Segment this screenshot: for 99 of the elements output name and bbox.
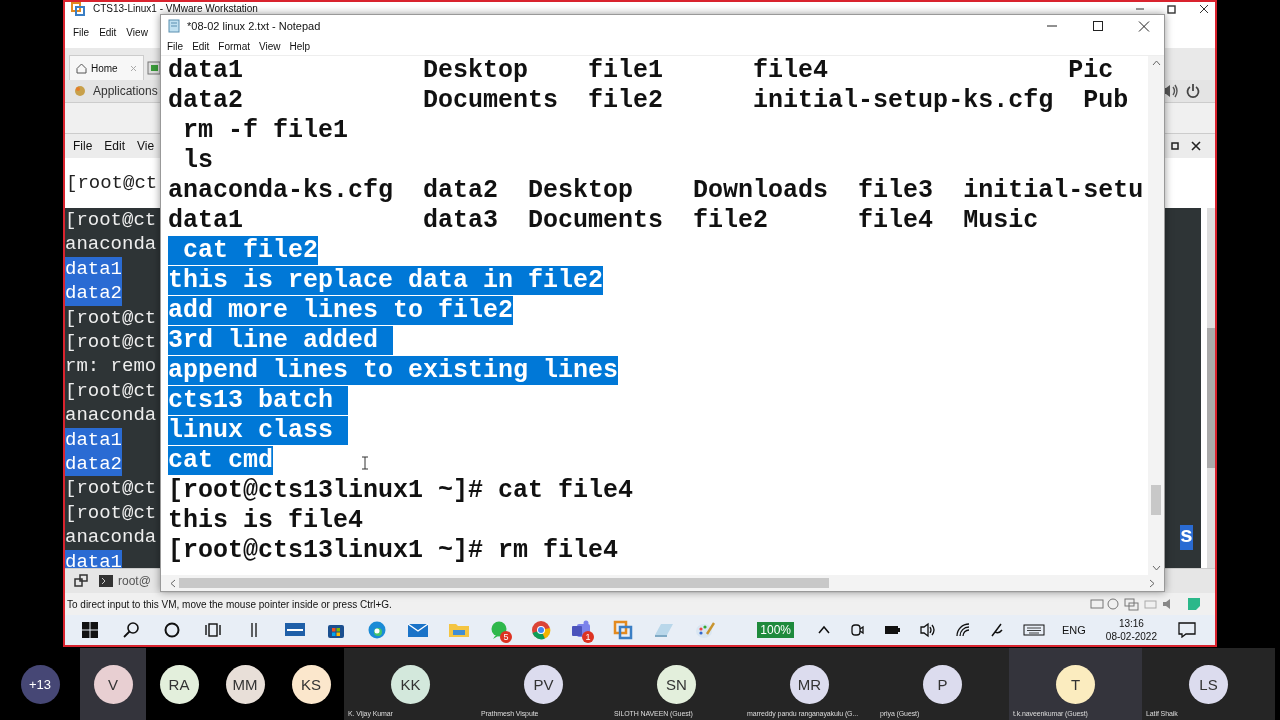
- scroll-thumb[interactable]: [179, 578, 829, 588]
- vmware-icon: [71, 2, 85, 16]
- text-line: rm -f file1: [182, 116, 349, 145]
- menu-item[interactable]: Edit: [99, 26, 117, 38]
- language-indicator[interactable]: ENG: [1062, 624, 1086, 636]
- menu-item[interactable]: File: [167, 40, 184, 52]
- wifi-icon[interactable]: [955, 622, 971, 638]
- team-chat-icon[interactable]: [570, 620, 593, 640]
- terminal-line: [root@ct: [65, 476, 157, 501]
- menu-item[interactable]: View: [259, 40, 281, 52]
- restore-icon[interactable]: [1171, 142, 1179, 150]
- status-text: To direct input to this VM, move the mouse pointer inside or press Ctrl+G.: [67, 598, 392, 610]
- task-view-icon[interactable]: [203, 621, 222, 639]
- menu-item[interactable]: Format: [218, 40, 251, 52]
- camera-icon[interactable]: [849, 622, 865, 638]
- text-line: data1 data3 Documents file2 file4 Music: [168, 206, 1039, 235]
- avatar: LS: [1189, 664, 1228, 704]
- applications-menu[interactable]: Applications: [93, 84, 158, 98]
- menu-item[interactable]: Help: [289, 40, 311, 52]
- text-line: [root@cts13linux1 ~]# rm file4: [168, 536, 619, 565]
- battery-icon[interactable]: [883, 623, 901, 637]
- vm-tab-icon[interactable]: [146, 61, 161, 75]
- menu-item[interactable]: File: [73, 139, 93, 153]
- pen-icon[interactable]: [989, 622, 1005, 638]
- monitor-icon[interactable]: [283, 621, 306, 639]
- circle-icon[interactable]: [162, 621, 181, 639]
- avatar: V: [93, 664, 133, 704]
- text-cursor-icon: [361, 456, 369, 470]
- browser-wheel-icon[interactable]: [530, 620, 551, 640]
- close-icon[interactable]: [1191, 141, 1201, 151]
- power-icon[interactable]: [1185, 83, 1201, 99]
- scroll-down-icon[interactable]: [1151, 565, 1161, 571]
- terminal-line: [root@ct: [65, 500, 157, 526]
- clock-date[interactable]: 08-02-2022: [1105, 630, 1157, 643]
- scroll-up-icon[interactable]: [1151, 60, 1161, 66]
- volume-icon[interactable]: [919, 622, 937, 638]
- avatar: MM: [225, 664, 265, 704]
- notification-badge: 1: [582, 631, 594, 643]
- text-line: data2 Documents file2 initial-setup-ks.cfg Pub: [168, 86, 1129, 115]
- menu-item[interactable]: Edit: [104, 139, 126, 153]
- terminal-line: anaconda: [65, 525, 157, 550]
- close-icon[interactable]: [1199, 4, 1209, 14]
- notepad-icon: [167, 19, 181, 33]
- scroll-thumb[interactable]: [1151, 485, 1161, 515]
- window-title: CTS13-Linux1 - VMware Workstation: [93, 3, 258, 15]
- home-icon: [76, 62, 87, 74]
- folder-icon[interactable]: [447, 621, 470, 639]
- windows-logo-icon[interactable]: [80, 621, 99, 639]
- bars-icon[interactable]: [248, 621, 259, 639]
- scrollbar[interactable]: [1148, 56, 1164, 575]
- avatar: MR: [790, 664, 829, 704]
- scrollbar[interactable]: [161, 575, 1164, 591]
- envelope-icon[interactable]: [406, 621, 429, 639]
- terminal-line: [root@ct: [65, 305, 157, 331]
- maximize-icon[interactable]: [1167, 4, 1177, 14]
- text-line: data1 Desktop file1 file4 Pic: [168, 56, 1114, 85]
- paint-palette-icon[interactable]: [693, 620, 716, 640]
- participant-tile[interactable]: V: [80, 648, 146, 720]
- avatar: SN: [657, 664, 696, 704]
- menu-item[interactable]: Edit: [192, 40, 210, 52]
- scrollbar[interactable]: [1207, 208, 1215, 568]
- text-line: anaconda-ks.cfg data2 Desktop Downloads file3 initial-setu: [168, 176, 1144, 205]
- scroll-thumb[interactable]: [1207, 328, 1215, 468]
- keyboard-icon[interactable]: [1023, 623, 1045, 637]
- avatar: KK: [391, 664, 430, 704]
- terminal-line: [root@ct: [65, 208, 157, 233]
- avatar: PV: [524, 664, 563, 704]
- window-title: *08-02 linux 2.txt - Notepad: [187, 20, 321, 32]
- more-participants-badge[interactable]: +13: [20, 664, 60, 704]
- avatar: P: [923, 664, 962, 704]
- console-tab[interactable]: root@: [99, 574, 151, 588]
- text-line: this is file4: [168, 506, 364, 535]
- notifications-icon[interactable]: [1178, 622, 1196, 638]
- scroll-left-icon[interactable]: [170, 578, 176, 588]
- terminal-line: anaconda: [65, 232, 157, 257]
- tab[interactable]: Home: [69, 55, 144, 80]
- browser-swirl-icon[interactable]: [366, 620, 387, 640]
- text-line: [root@cts13linux1 ~]# cat file4: [168, 476, 634, 505]
- search-icon[interactable]: [121, 621, 140, 639]
- squares-icon[interactable]: [612, 620, 633, 640]
- terminal-icon: [99, 575, 113, 587]
- zoom-indicator: 100%: [757, 622, 794, 638]
- text-line: ls: [182, 146, 213, 175]
- notification-badge: 5: [500, 631, 512, 643]
- terminal-line: [root@ct: [65, 378, 157, 404]
- menu-item[interactable]: File: [73, 26, 90, 38]
- fullscreen-icon[interactable]: [73, 573, 89, 589]
- terminal-line: rm: remo: [65, 354, 157, 379]
- terminal-line: anaconda: [65, 403, 157, 428]
- terminal-line: [root@ct: [65, 330, 157, 355]
- applications-icon: [73, 84, 87, 98]
- terminal-line: [root@ct: [66, 170, 158, 196]
- avatar: KS: [291, 664, 331, 704]
- menu-item[interactable]: View: [126, 26, 148, 38]
- clock-time[interactable]: 13:16: [1118, 617, 1144, 630]
- avatar: T: [1056, 664, 1095, 704]
- avatar: RA: [159, 664, 199, 704]
- menu-item[interactable]: Vie: [137, 139, 155, 153]
- scroll-right-icon[interactable]: [1149, 578, 1155, 588]
